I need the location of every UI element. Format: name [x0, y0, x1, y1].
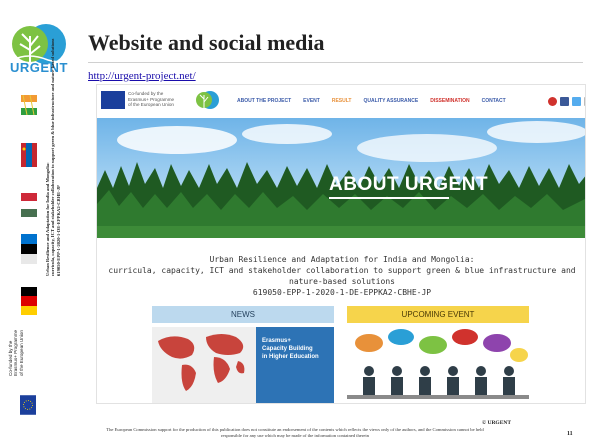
- copyright-text: © URGENT: [482, 420, 512, 426]
- nav-item-about[interactable]: ABOUT THE PROJECT: [237, 98, 291, 104]
- eu-disclaimer: The European Commission support for the …: [106, 427, 484, 438]
- upcoming-event-section: UPCOMING EVENT: [347, 306, 529, 403]
- slide-sidebar: URGENT Urban Resilience and Adaptation f…: [0, 0, 78, 446]
- hungary-flag-icon: [21, 193, 37, 217]
- urgent-logo-text: URGENT: [10, 60, 68, 75]
- hero-title: ABOUT URGENT: [329, 174, 489, 195]
- nav-item-dissemination[interactable]: DISSEMINATION: [430, 98, 469, 104]
- urgent-nav-logo-icon: [196, 91, 219, 109]
- website-body: Urban Resilience and Adaptation for Indi…: [97, 238, 585, 403]
- nav-item-contact[interactable]: CONTACT: [482, 98, 506, 104]
- project-description: Urban Resilience and Adaptation for Indi…: [108, 255, 576, 297]
- social-icons: [548, 97, 585, 106]
- news-image-caption: Erasmus+ Capacity Building in Higher Edu…: [262, 338, 319, 360]
- estonia-flag-icon: [21, 234, 37, 264]
- hero-title-underline: [329, 197, 449, 199]
- website-url-link[interactable]: http://urgent-project.net/: [88, 70, 196, 82]
- youtube-icon[interactable]: [548, 97, 557, 106]
- upcoming-event-header: UPCOMING EVENT: [347, 306, 529, 323]
- website-nav-bar: Co-funded by the Erasmus+ Programme of t…: [97, 85, 585, 118]
- title-divider: [88, 62, 583, 63]
- eu-cofund-text: Co-funded by the Erasmus+ Programme of t…: [128, 91, 175, 107]
- people-speech-bubbles-image: [347, 327, 529, 403]
- website-screenshot: Co-funded by the Erasmus+ Programme of t…: [96, 84, 586, 404]
- vertical-cofund-text: Co-funded by the Erasmus+ Programme of t…: [8, 329, 24, 376]
- nav-item-event[interactable]: EVENT: [303, 98, 320, 104]
- germany-flag-icon: [21, 287, 37, 315]
- nav-item-result[interactable]: RESULT: [332, 98, 352, 104]
- twitter-icon[interactable]: [572, 97, 581, 106]
- mongolia-flag-icon: [21, 143, 37, 167]
- nav-item-quality[interactable]: QUALITY ASSURANCE: [363, 98, 418, 104]
- news-section: NEWS Erasmus+ Capacity Building in Highe…: [152, 306, 334, 403]
- event-image[interactable]: [347, 327, 529, 403]
- share-icon[interactable]: [584, 97, 585, 106]
- slide-title: Website and social media: [88, 30, 325, 55]
- eu-flag-icon: [101, 91, 125, 109]
- vertical-project-title: Urban Resilience and Adaptation for Indi…: [45, 38, 61, 276]
- website-nav-menu: ABOUT THE PROJECT EVENT RESULT QUALITY A…: [237, 98, 506, 104]
- eu-flag-icon: [20, 395, 36, 415]
- india-flag-icon: [21, 95, 37, 115]
- page-number: 11: [567, 431, 573, 437]
- news-image[interactable]: Erasmus+ Capacity Building in Higher Edu…: [152, 327, 334, 403]
- hero-banner: ABOUT URGENT: [97, 118, 585, 238]
- news-header: NEWS: [152, 306, 334, 323]
- facebook-icon[interactable]: [560, 97, 569, 106]
